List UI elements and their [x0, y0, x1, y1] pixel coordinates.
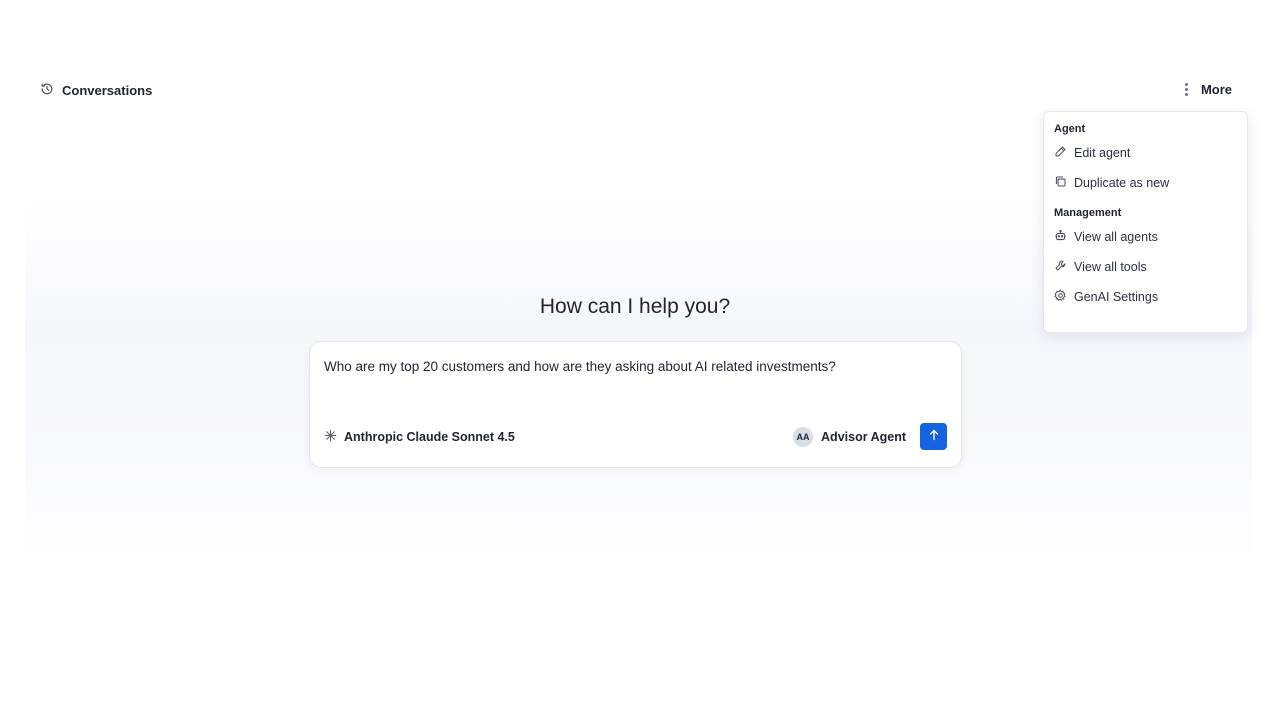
menu-item-label: View all agents [1074, 230, 1158, 244]
wrench-icon [1054, 259, 1067, 275]
robot-icon [1054, 229, 1067, 245]
menu-item-duplicate[interactable]: Duplicate as new [1054, 168, 1237, 198]
avatar: AA [793, 427, 814, 447]
pencil-icon [1054, 145, 1067, 161]
claude-spark-icon [324, 429, 337, 445]
chat-composer: Who are my top 20 customers and how are … [309, 341, 962, 468]
menu-item-label: Edit agent [1074, 146, 1131, 160]
page-title: How can I help you? [539, 295, 731, 318]
menu-item-label: Duplicate as new [1074, 176, 1170, 190]
agent-label: Advisor Agent [821, 430, 906, 444]
kebab-icon [1183, 83, 1191, 96]
model-selector[interactable]: Anthropic Claude Sonnet 4.5 [324, 429, 515, 445]
conversations-button[interactable]: Conversations [40, 82, 152, 99]
copy-icon [1054, 175, 1067, 191]
agent-selector[interactable]: AA Advisor Agent [793, 427, 906, 447]
arrow-up-icon [928, 428, 940, 446]
prompt-input[interactable]: Who are my top 20 customers and how are … [324, 358, 947, 376]
menu-section-agent: Agent [1054, 123, 1086, 135]
menu-item-edit-agent[interactable]: Edit agent [1054, 138, 1237, 168]
menu-section-management: Management [1054, 207, 1122, 219]
send-button[interactable] [920, 423, 947, 450]
more-button[interactable]: More [1183, 82, 1232, 97]
menu-item-label: View all tools [1074, 260, 1147, 274]
menu-item-view-tools[interactable]: View all tools [1054, 252, 1237, 282]
model-label: Anthropic Claude Sonnet 4.5 [344, 430, 515, 444]
conversations-label: Conversations [62, 83, 153, 98]
more-label: More [1200, 82, 1232, 97]
history-icon [40, 82, 54, 99]
menu-item-view-agents[interactable]: View all agents [1054, 222, 1237, 252]
